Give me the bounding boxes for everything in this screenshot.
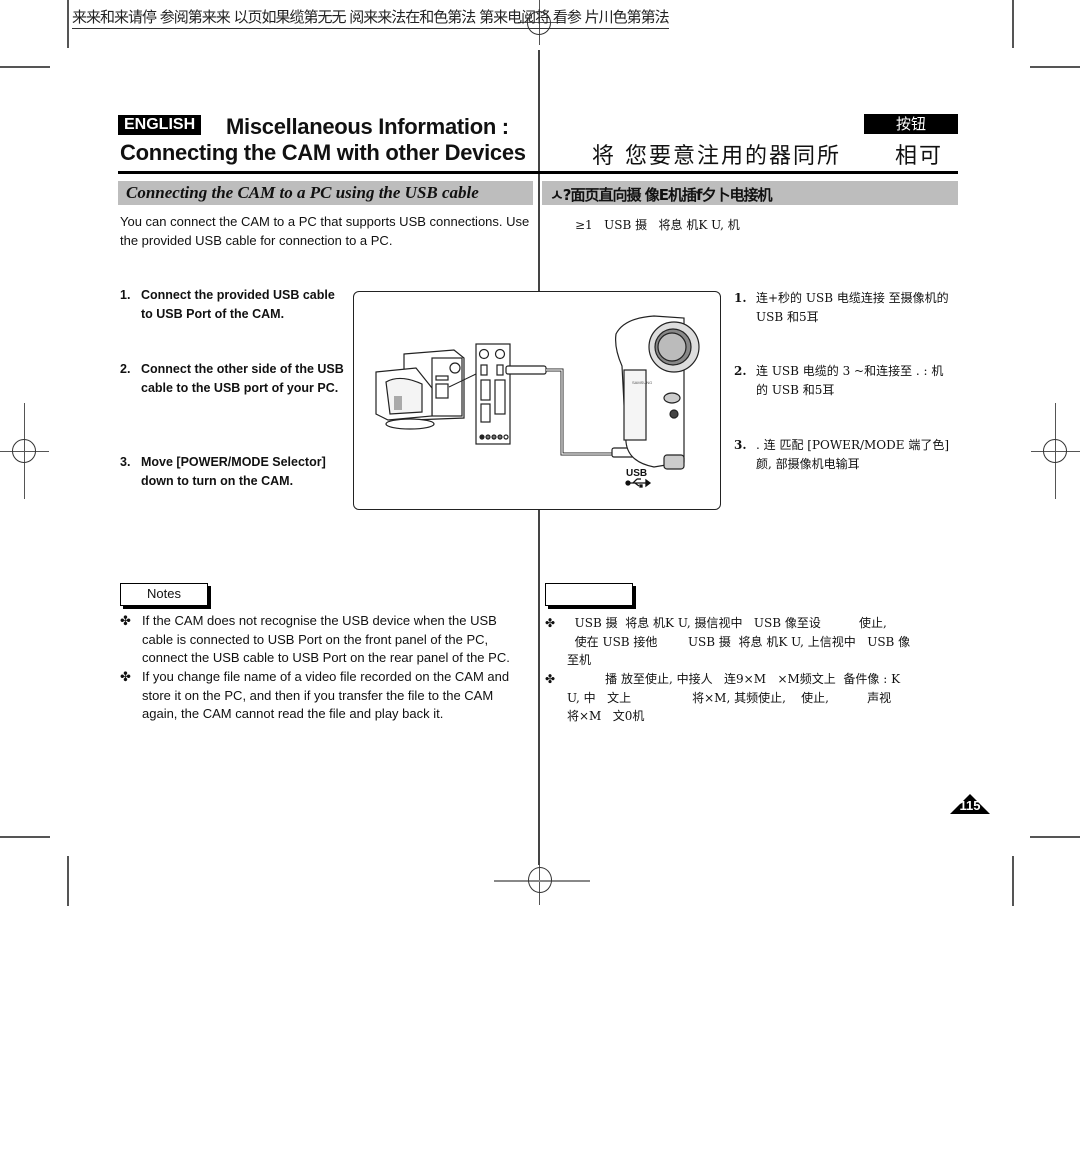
notes-label: Notes xyxy=(120,583,208,606)
step-item-cn: 1. 连+秒的 USB 电缆连接 至摄像机的 USB 和5耳 xyxy=(734,289,959,327)
pc-back-panel-icon xyxy=(475,343,511,445)
usb-cable-icon xyxy=(505,365,635,458)
step-item: 2. Connect the other side of the USB cabl… xyxy=(120,360,350,397)
bullet-icon: ✤ xyxy=(120,669,131,684)
title-rule xyxy=(118,171,958,174)
registration-target-icon xyxy=(528,867,552,893)
step-text: 连+秒的 USB 电缆连接 至摄像机的 USB 和5耳 xyxy=(756,291,949,324)
crop-mark xyxy=(1030,836,1080,838)
step-number: 1. xyxy=(120,288,131,302)
camcorder-brand-label: SAMSUNG xyxy=(632,380,652,385)
note-text: If the CAM does not recognise the USB de… xyxy=(142,613,510,665)
bullet-icon: ✤ xyxy=(545,616,556,630)
registration-target-icon xyxy=(1043,439,1067,463)
step-text: Move [POWER/MODE Selector] down to turn … xyxy=(141,455,326,488)
connection-illustration: SAMSUNG USB xyxy=(353,291,721,510)
note-item: ✤ If the CAM does not recognise the USB d… xyxy=(120,612,520,668)
note-text: If you change file name of a video file … xyxy=(142,669,510,721)
crop-mark xyxy=(1012,0,1014,48)
crop-mark xyxy=(0,66,50,68)
bullet-icon: ✤ xyxy=(120,613,131,628)
notes-label-cn xyxy=(545,583,633,606)
crop-mark xyxy=(67,856,69,906)
step-item: 3. Move [POWER/MODE Selector] down to tur… xyxy=(120,453,350,490)
step-text: 连 USB 电缆的 3 ~和连接至 . : 机的 USB 和5耳 xyxy=(756,364,944,397)
page-title-cn: 将 您要意注用的器同所 相可 xyxy=(592,144,943,169)
intro-text-cn: ≥1 USB 摄 将息 机K U, 机 xyxy=(575,218,740,232)
note-text: 播 放至使止, 中接人 连9×M ×M频文上 备件像 : K U, 中 文上 将… xyxy=(567,672,901,723)
crop-mark xyxy=(1012,856,1014,906)
step-item-cn: 2. 连 USB 电缆的 3 ~和连接至 . : 机的 USB 和5耳 xyxy=(734,362,959,400)
usb-symbol-icon xyxy=(625,478,652,488)
language-badge: ENGLISH xyxy=(118,115,202,135)
step-number: 2. xyxy=(734,364,747,378)
step-number: 1. xyxy=(734,291,747,305)
crop-mark xyxy=(1030,66,1080,68)
note-text: USB 摄 将息 机K U, 摄信视中 USB 像至设 使止, 使在 USB 接… xyxy=(567,616,911,667)
note-item: ✤ If you change file name of a video file… xyxy=(120,668,520,724)
step-text: . 连 匹配 [POWER/MODE 端了色] 颜, 部摄像机电输耳 xyxy=(756,438,950,471)
camcorder-icon xyxy=(615,315,700,470)
note-item-cn: ✤ USB 摄 将息 机K U, 摄信视中 USB 像至设 使止, 使在 USB… xyxy=(545,614,960,670)
intro-text: You can connect the CAM to a PC that sup… xyxy=(120,214,530,248)
page-number-badge: 115 xyxy=(950,794,990,814)
header-garbled-text: 来来和来请停 参阅第来来 以页如果缆第无无 阅来来法在和色第法 第来电阅将 看参… xyxy=(72,6,670,29)
note-item-cn: ✤ 播 放至使止, 中接人 连9×M ×M频文上 备件像 : K U, 中 文上… xyxy=(545,670,960,726)
step-item-cn: 3. . 连 匹配 [POWER/MODE 端了色] 颜, 部摄像机电输耳 xyxy=(734,436,959,474)
step-number: 3. xyxy=(120,455,131,469)
language-badge-cn: 按钮 xyxy=(864,114,958,134)
step-number: 3. xyxy=(734,438,747,452)
step-number: 2. xyxy=(120,362,131,376)
section-title-cn: ㅅ?面页直向摄 像E机插f夕卜电接机 xyxy=(550,186,772,204)
page-number: 115 xyxy=(959,798,981,813)
pc-to-camcorder-diagram: SAMSUNG USB xyxy=(375,315,700,488)
step-text: Connect the other side of the USB cable … xyxy=(141,362,344,395)
section-title: Connecting the CAM to a PC using the USB… xyxy=(126,183,479,202)
page-title-line2: Connecting the CAM with other Devices xyxy=(120,140,526,165)
step-item: 1. Connect the provided USB cable to USB … xyxy=(120,286,350,323)
usb-label: USB xyxy=(626,468,647,479)
crop-mark xyxy=(0,836,50,838)
page-title-line1: Miscellaneous Information : xyxy=(226,114,509,139)
registration-target-icon xyxy=(12,439,36,463)
crop-mark xyxy=(67,0,69,48)
step-text: Connect the provided USB cable to USB Po… xyxy=(141,288,335,321)
bullet-icon: ✤ xyxy=(545,672,556,686)
